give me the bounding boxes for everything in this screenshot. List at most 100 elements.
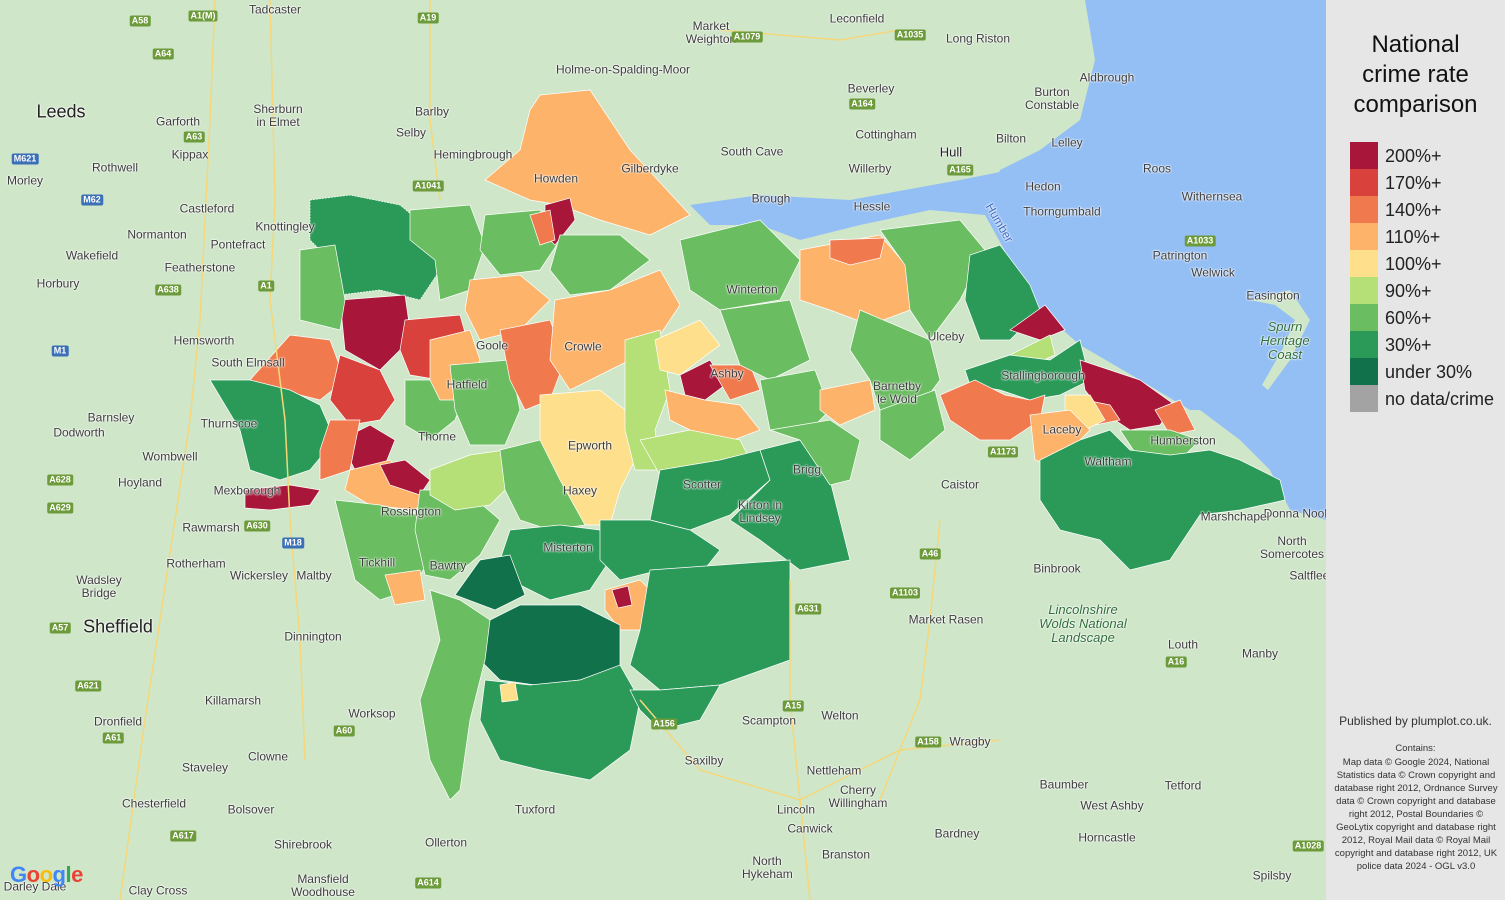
legend-item: 170%+ [1350, 169, 1505, 196]
road-shield-a63: A63 [183, 131, 205, 143]
road-shield-a631: A631 [795, 603, 821, 615]
place-label-welton: Welton [821, 708, 859, 723]
legend-swatch [1350, 277, 1378, 304]
legend-label: 60%+ [1385, 308, 1432, 328]
road-shield-a15: A15 [782, 700, 804, 712]
place-label-mansfield-woodhouse: Mansfield Woodhouse [291, 872, 355, 899]
legend-title-line: comparison [1353, 91, 1478, 118]
place-label-gilberdyke: Gilberdyke [621, 161, 679, 176]
place-label-shirebrook: Shirebrook [273, 837, 333, 852]
place-label-normanton: Normanton [127, 227, 187, 242]
place-label-epworth: Epworth [567, 438, 613, 453]
legend-item: no data/crime [1350, 385, 1505, 412]
place-label-donna-nook: Donna Nook [1263, 506, 1326, 521]
place-label-worksop: Worksop [348, 706, 396, 721]
road-shield-a19: A19 [417, 12, 439, 24]
place-label-ollerton: Ollerton [424, 835, 468, 850]
legend-label: 90%+ [1385, 281, 1432, 301]
place-label-long-riston: Long Riston [945, 31, 1011, 46]
place-label-wakefield: Wakefield [65, 248, 119, 263]
legend-swatch [1350, 169, 1378, 196]
place-label-roos: Roos [1142, 161, 1172, 176]
place-label-hemingbrough: Hemingbrough [433, 147, 513, 162]
legend-item: 140%+ [1350, 196, 1505, 223]
park-label-lincolnshire-wolds: Lincolnshire Wolds National Landscape [1039, 602, 1127, 645]
place-label-louth: Louth [1167, 637, 1199, 652]
place-label-cherry-willingham: Cherry Willingham [828, 783, 888, 810]
place-label-brough: Brough [751, 191, 791, 206]
place-label-wadsley-bridge: Wadsley Bridge [76, 573, 122, 600]
road-shield-a165: A165 [947, 164, 973, 176]
legend-item: 90%+ [1350, 277, 1505, 304]
place-label-dodworth: Dodworth [53, 425, 105, 440]
place-label-ashby: Ashby [710, 366, 744, 381]
place-label-leeds: Leeds [36, 101, 86, 122]
place-label-kirton-in-lindsey: Kirton in Lindsey [737, 498, 783, 525]
road-shield-a1: A1 [258, 280, 274, 292]
place-label-wombwell: Wombwell [142, 449, 198, 464]
legend-label: 170%+ [1385, 173, 1442, 193]
place-label-saxilby: Saxilby [684, 753, 724, 768]
place-label-knottingley: Knottingley [255, 219, 315, 234]
road-shield-a629: A629 [47, 502, 73, 514]
road-shield-m1: M1 [51, 345, 69, 357]
road-shield-a1173: A1173 [987, 446, 1019, 458]
contains-title: Contains: [1395, 743, 1436, 754]
road-shield-a628: A628 [47, 474, 73, 486]
place-label-scampton: Scampton [741, 713, 797, 728]
place-label-north-somercotes: North Somercotes [1259, 534, 1325, 561]
place-label-scotter: Scotter [682, 477, 722, 492]
google-logo[interactable]: Google [10, 862, 83, 888]
place-label-ulceby: Ulceby [927, 329, 965, 344]
place-label-thorne: Thorne [417, 429, 457, 444]
place-label-morley: Morley [6, 173, 44, 188]
place-label-chesterfield: Chesterfield [121, 796, 187, 811]
place-label-thurnscoe: Thurnscoe [200, 416, 258, 431]
place-label-aldbrough: Aldbrough [1079, 70, 1135, 85]
legend-label: 110%+ [1385, 227, 1441, 247]
place-label-tetford: Tetford [1164, 778, 1202, 793]
legend-label: 200%+ [1385, 146, 1442, 166]
place-label-bolsover: Bolsover [227, 802, 275, 817]
place-label-thorngumbald: Thorngumbald [1023, 204, 1101, 219]
place-label-easington: Easington [1246, 288, 1300, 303]
place-label-branston: Branston [821, 847, 871, 862]
region-100-retford-town[interactable] [499, 681, 519, 703]
road-shield-a1035: A1035 [894, 29, 926, 41]
road-shield-a1m: A1(M) [188, 10, 218, 22]
place-label-castleford: Castleford [179, 201, 235, 216]
road-shield-a1028: A1028 [1292, 840, 1324, 852]
place-label-bawtry: Bawtry [429, 558, 467, 573]
road-shield-a621: A621 [75, 680, 101, 692]
road-shield-a617: A617 [170, 830, 196, 842]
road-shield-a630: A630 [244, 520, 270, 532]
place-label-killamarsh: Killamarsh [204, 693, 262, 708]
place-label-welwick: Welwick [1191, 265, 1235, 280]
published-by: Published by plumplot.co.uk. [1339, 714, 1492, 728]
place-label-staveley: Staveley [181, 760, 229, 775]
place-label-cottingham: Cottingham [855, 127, 917, 142]
road-shield-a60: A60 [333, 725, 355, 737]
place-label-misterton: Misterton [543, 540, 593, 555]
place-label-hull: Hull [939, 144, 963, 160]
place-label-stallingborough: Stallingborough [1001, 368, 1085, 383]
place-label-burton-constable: Burton Constable [1024, 85, 1080, 112]
place-label-hatfield: Hatfield [446, 377, 488, 392]
place-label-selby: Selby [395, 125, 427, 140]
road-shield-a1103: A1103 [889, 587, 921, 599]
place-label-saltfleet: Saltfleet [1289, 568, 1326, 583]
place-label-crowle: Crowle [564, 339, 602, 354]
place-label-canwick: Canwick [787, 821, 833, 836]
legend-label: under 30% [1385, 362, 1473, 382]
place-label-west-ashby: West Ashby [1080, 798, 1144, 813]
place-label-rossington: Rossington [380, 504, 442, 519]
place-label-horbury: Horbury [36, 276, 80, 291]
place-label-sheffield: Sheffield [83, 616, 153, 637]
place-label-wragby: Wragby [949, 734, 991, 749]
place-label-leconfield: Leconfield [829, 11, 885, 26]
park-label-spurn: Spurn Heritage Coast [1260, 319, 1310, 362]
place-label-garforth: Garforth [155, 114, 201, 129]
place-label-bardney: Bardney [934, 826, 980, 841]
legend-item: 60%+ [1350, 304, 1505, 331]
map-area[interactable]: Leeds Sheffield Hull Tadcaster Garforth … [0, 0, 1326, 900]
